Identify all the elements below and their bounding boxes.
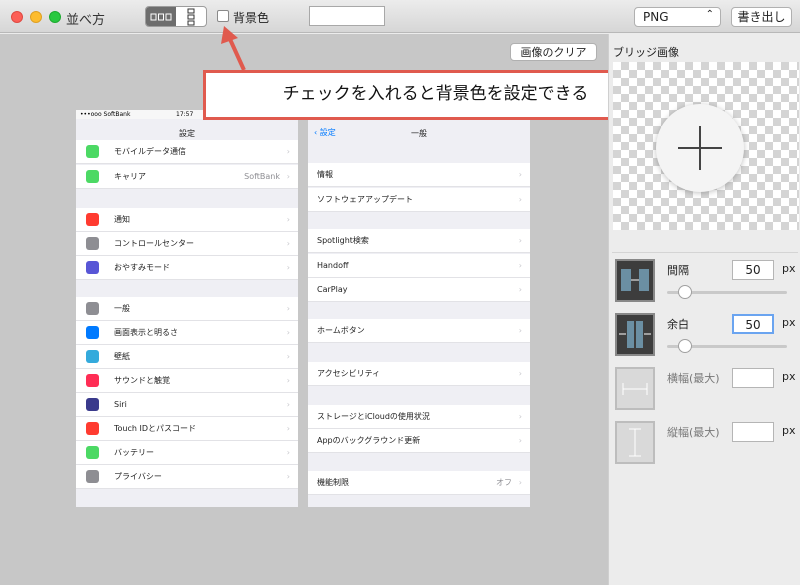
max-height-icon xyxy=(615,421,655,464)
margin-param: 余白 50 px xyxy=(612,310,798,360)
max-height-label: 縦幅(最大) xyxy=(667,426,720,439)
spacing-icon xyxy=(615,259,655,302)
spacing-unit: px xyxy=(782,262,796,275)
spacing-slider-thumb[interactable] xyxy=(678,285,692,299)
spacing-param: 間隔 50 px xyxy=(612,256,798,306)
margin-icon xyxy=(615,313,655,356)
max-width-param: 横幅(最大) px xyxy=(612,364,798,414)
plus-icon xyxy=(678,126,722,170)
margin-label: 余白 xyxy=(667,318,689,331)
max-width-input[interactable] xyxy=(732,368,774,388)
margin-slider-thumb[interactable] xyxy=(678,339,692,353)
max-height-input[interactable] xyxy=(732,422,774,442)
max-width-icon xyxy=(615,367,655,410)
max-height-param: 縦幅(最大) px xyxy=(612,418,798,468)
margin-unit: px xyxy=(782,316,796,329)
callout-box: チェックを入れると背景色を設定できる xyxy=(203,70,668,120)
max-height-unit: px xyxy=(782,424,796,437)
add-bridge-image-button[interactable] xyxy=(656,104,744,192)
spacing-label: 間隔 xyxy=(667,264,689,277)
max-width-label: 横幅(最大) xyxy=(667,372,720,385)
bridge-image-title: ブリッジ画像 xyxy=(613,46,679,59)
margin-input[interactable]: 50 xyxy=(732,314,774,334)
max-width-unit: px xyxy=(782,370,796,383)
spacing-input[interactable]: 50 xyxy=(732,260,774,280)
divider xyxy=(612,252,798,253)
